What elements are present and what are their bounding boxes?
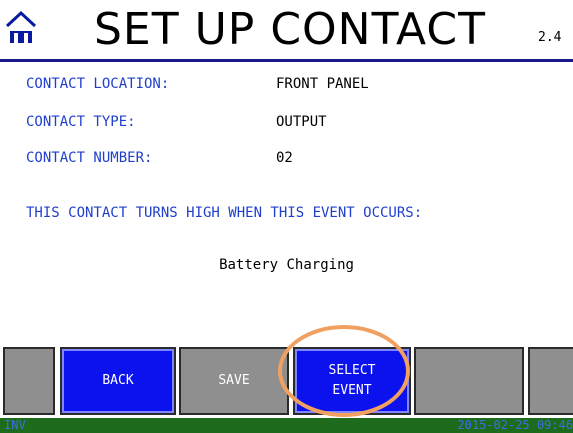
event-prompt: THIS CONTACT TURNS HIGH WHEN THIS EVENT … xyxy=(26,205,423,221)
select-event-button-label: SELECT EVENT xyxy=(328,363,376,398)
back-button[interactable]: BACK xyxy=(60,347,176,415)
field-contact-number: CONTACT NUMBER: 02 xyxy=(26,150,293,166)
field-contact-location: CONTACT LOCATION: FRONT PANEL xyxy=(26,76,369,92)
blank-button-left[interactable] xyxy=(3,347,55,415)
field-label: CONTACT TYPE: xyxy=(26,114,136,130)
home-icon[interactable] xyxy=(4,10,38,46)
header: SET UP CONTACT 2.4 xyxy=(0,0,573,60)
page-title: SET UP CONTACT xyxy=(94,4,486,55)
save-button-label: SAVE xyxy=(218,373,250,388)
button-bar: BACK SAVE SELECT EVENT xyxy=(0,344,573,418)
field-value: FRONT PANEL xyxy=(276,76,369,92)
blank-button-right[interactable] xyxy=(528,347,573,415)
event-value: Battery Charging xyxy=(219,257,354,273)
blank-button-middle[interactable] xyxy=(414,347,524,415)
version-label: 2.4 xyxy=(538,30,562,45)
field-contact-type: CONTACT TYPE: OUTPUT xyxy=(26,114,327,130)
status-bar: INV 2015-02-25 09:46 xyxy=(0,418,573,433)
header-divider xyxy=(0,59,573,62)
status-mode: INV xyxy=(4,418,26,432)
field-value: 02 xyxy=(276,150,293,166)
save-button[interactable]: SAVE xyxy=(179,347,289,415)
back-button-label: BACK xyxy=(102,373,134,388)
select-event-button[interactable]: SELECT EVENT xyxy=(293,347,411,415)
status-datetime: 2015-02-25 09:46 xyxy=(457,418,573,432)
field-value: OUTPUT xyxy=(276,114,327,130)
field-label: CONTACT NUMBER: xyxy=(26,150,153,166)
field-label: CONTACT LOCATION: xyxy=(26,76,170,92)
